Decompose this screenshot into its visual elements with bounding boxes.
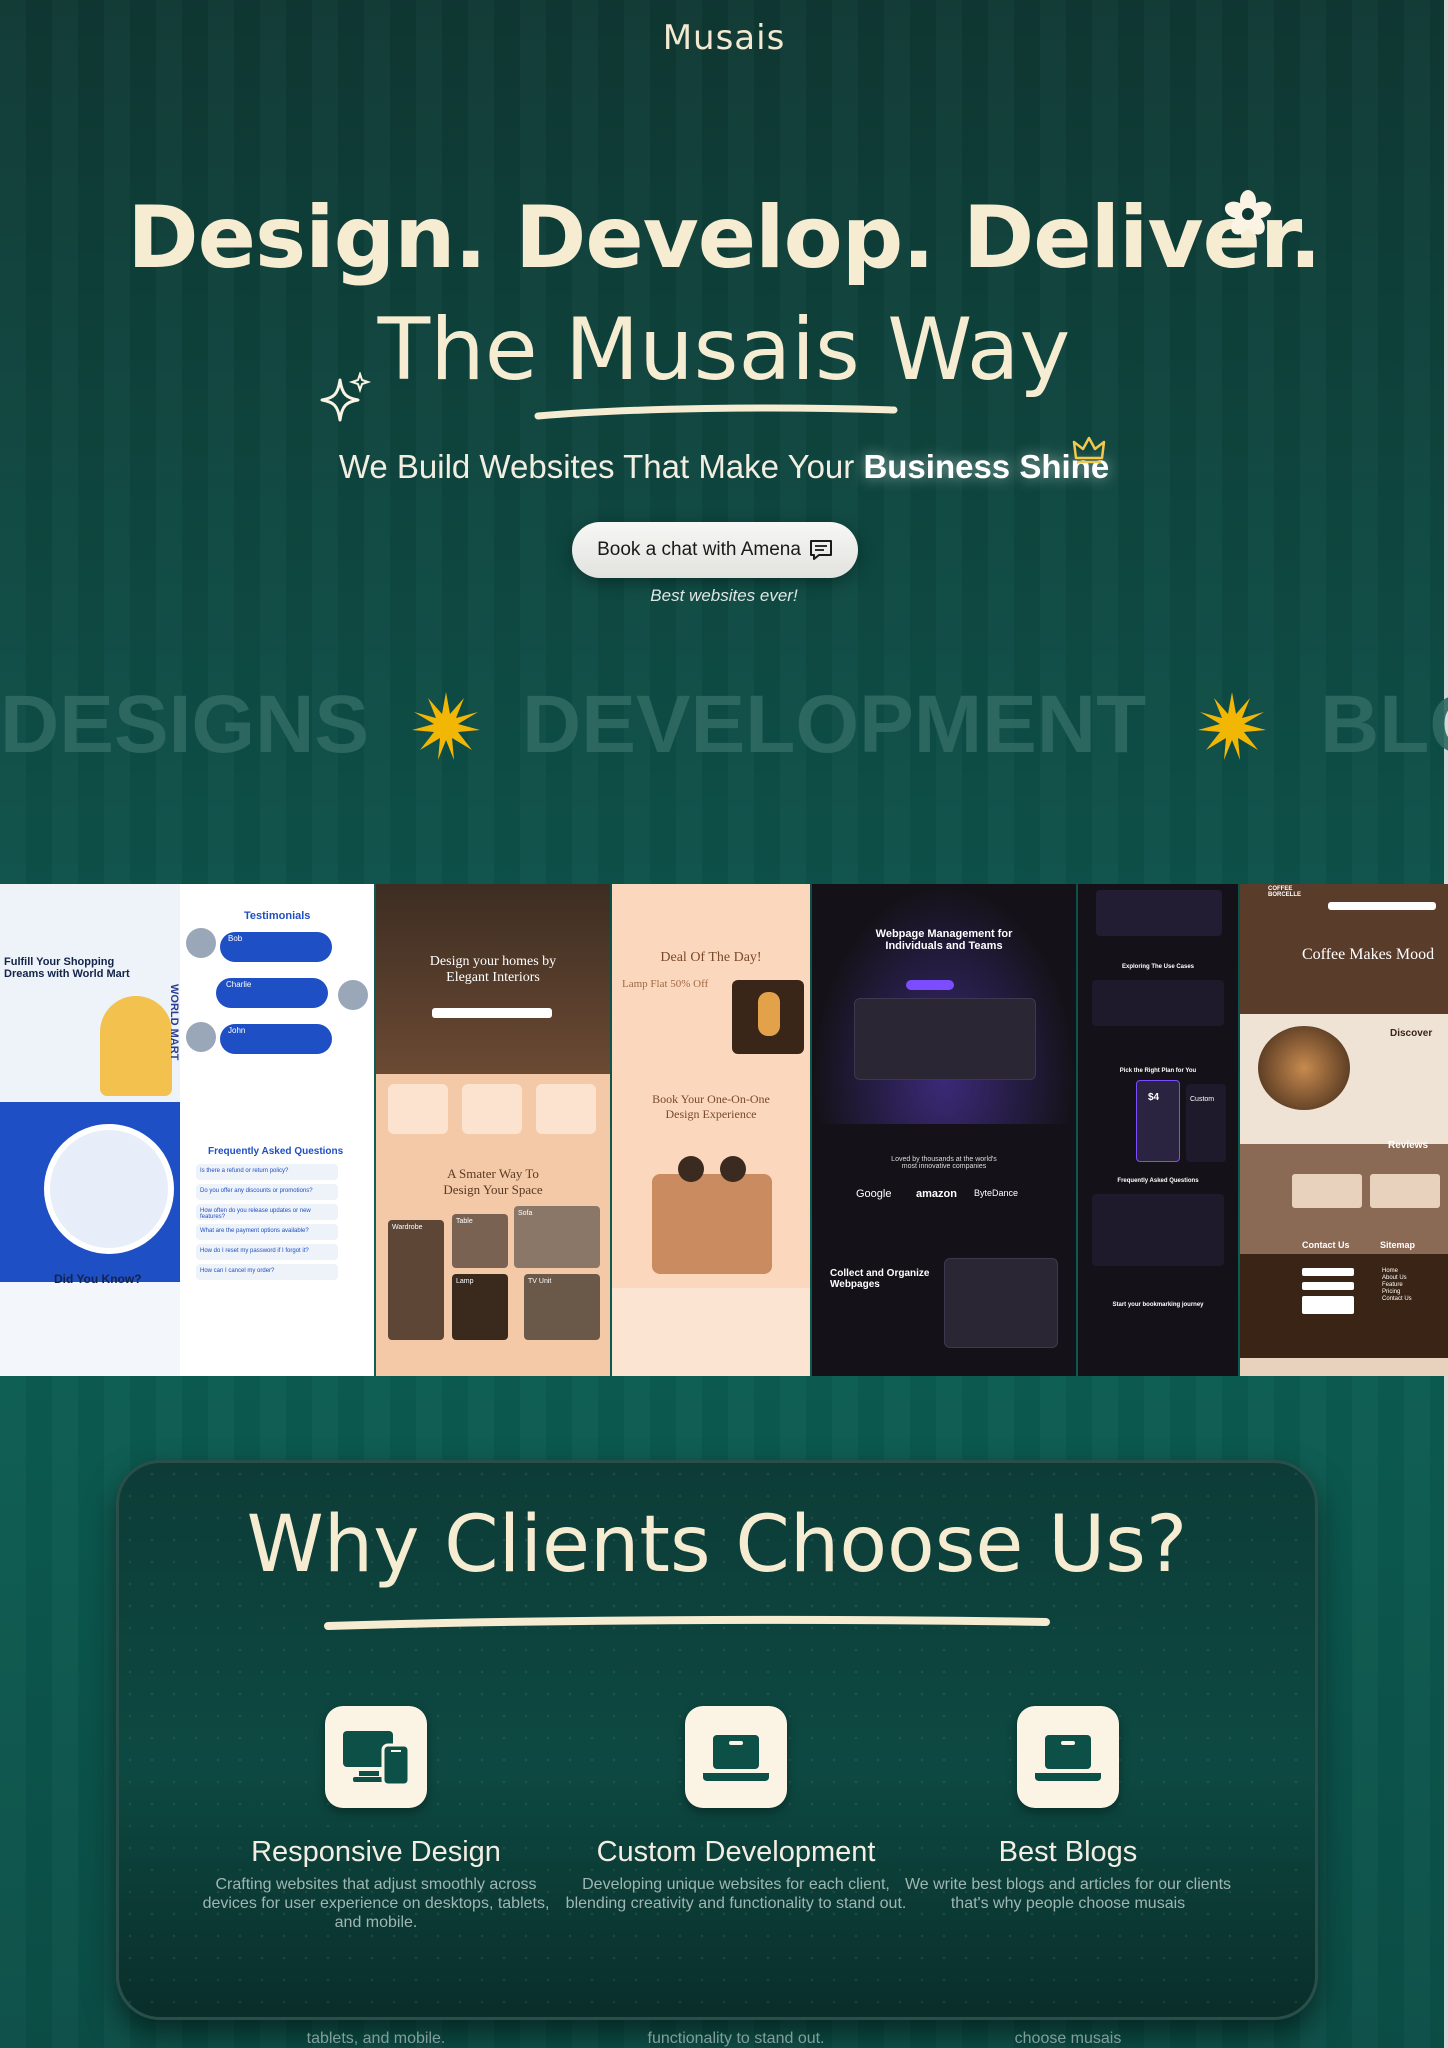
feature-best-blogs: Best Blogs We write best blogs and artic… [888, 1706, 1248, 1913]
book-chat-button[interactable]: Book a chat with Amena [572, 522, 858, 578]
coffee-hero-title: Coffee Makes Mood [1302, 946, 1435, 963]
did-you-know: Did You Know? [54, 1272, 142, 1286]
deal-book-title: Book Your One-On-One Design Experience [652, 1092, 770, 1121]
feature-responsive-design: Responsive Design Crafting websites that… [196, 1706, 556, 1932]
headline-underline [534, 404, 898, 420]
coffee-logo: COFFEE BORCELLE [1268, 886, 1301, 898]
laptop-icon [703, 1735, 769, 1781]
tagline: We Build Websites That Make Your Busines… [338, 448, 1110, 485]
ghost-text: functionality to stand out. [647, 2030, 825, 2047]
crown-icon [1072, 436, 1106, 464]
bookmarks-collect: Collect and Organize Webpages [830, 1268, 930, 1290]
plans-title: Pick the Right Plan for You [1119, 1068, 1197, 1074]
worldmart-hero-title: Fulfill Your Shopping Dreams with World … [4, 956, 130, 980]
marquee-word: DESIGNS [0, 680, 370, 770]
deal-title: Deal Of The Day! [660, 950, 762, 965]
interiors-section-title: A Smater Way To Design Your Space [443, 1166, 543, 1197]
portfolio-shot-interiors[interactable]: Design your homes by Elegant Interiors A… [376, 884, 610, 1376]
marquee-word: BLO [1320, 680, 1448, 770]
feature-title: Custom Development [596, 1836, 876, 1868]
book-chat-label: Book a chat with Amena [597, 539, 801, 560]
portfolio-gallery[interactable]: Fulfill Your Shopping Dreams with World … [0, 884, 1448, 1376]
bookmarks-hero-title: Webpage Management for Individuals and T… [875, 928, 1013, 952]
deal-product: Lamp Flat 50% Off [622, 978, 709, 990]
chat-icon [809, 540, 832, 560]
worldmart-watermark: WORLD MART [168, 984, 180, 1061]
portfolio-shot-coffee[interactable]: COFFEE BORCELLE Coffee Makes Mood Discov… [1240, 884, 1448, 1376]
star-burst-icon [1198, 692, 1266, 760]
testimonials-title: Testimonials [244, 910, 311, 922]
hero-headline-2: The Musais Way [377, 300, 1071, 400]
feature-title: Best Blogs [998, 1836, 1138, 1868]
interiors-hero-title: Design your homes by Elegant Interiors [429, 954, 557, 985]
faq-title: Frequently Asked Questions [208, 1146, 344, 1157]
portfolio-shot-worldmart[interactable]: Fulfill Your Shopping Dreams with World … [0, 884, 374, 1376]
portfolio-shot-bookmarks[interactable]: Webpage Management for Individuals and T… [812, 884, 1076, 1376]
why-title: Why Clients Choose Us? [246, 1500, 1188, 1590]
marquee-word: DEVELOPMENT [522, 680, 1147, 770]
feature-title: Responsive Design [251, 1836, 501, 1868]
services-marquee: DESIGNS DEVELOPMENT BLO [0, 680, 1448, 770]
flower-icon [1224, 190, 1272, 235]
bookmarks-loved: Loved by thousands at the world's most i… [891, 1156, 997, 1170]
portfolio-shot-deal[interactable]: Deal Of The Day! Lamp Flat 50% Off Book … [612, 884, 810, 1376]
laptop-icon [1035, 1735, 1101, 1781]
ghost-text: choose musais [1014, 2030, 1122, 2047]
sparkle-icon [320, 372, 372, 422]
feature-desc: Crafting websites that adjust smoothly a… [202, 1876, 550, 1931]
ghost-text: tablets, and mobile. [306, 2030, 446, 2047]
feature-desc: We write best blogs and articles for our… [904, 1876, 1232, 1912]
feature-custom-development: Custom Development Developing unique web… [556, 1706, 916, 1913]
feature-desc: Developing unique websites for each clie… [565, 1876, 907, 1912]
cta-subtext: Best websites ever! [650, 586, 798, 605]
portfolio-shot-plans[interactable]: Exploring The Use Cases Pick the Right P… [1078, 884, 1238, 1376]
why-title-underline [324, 1615, 1050, 1630]
use-cases-title: Exploring The Use Cases [1121, 964, 1195, 970]
devices-icon [343, 1731, 411, 1787]
brand-logo[interactable]: Musais [0, 18, 1448, 58]
star-burst-icon [412, 692, 480, 760]
